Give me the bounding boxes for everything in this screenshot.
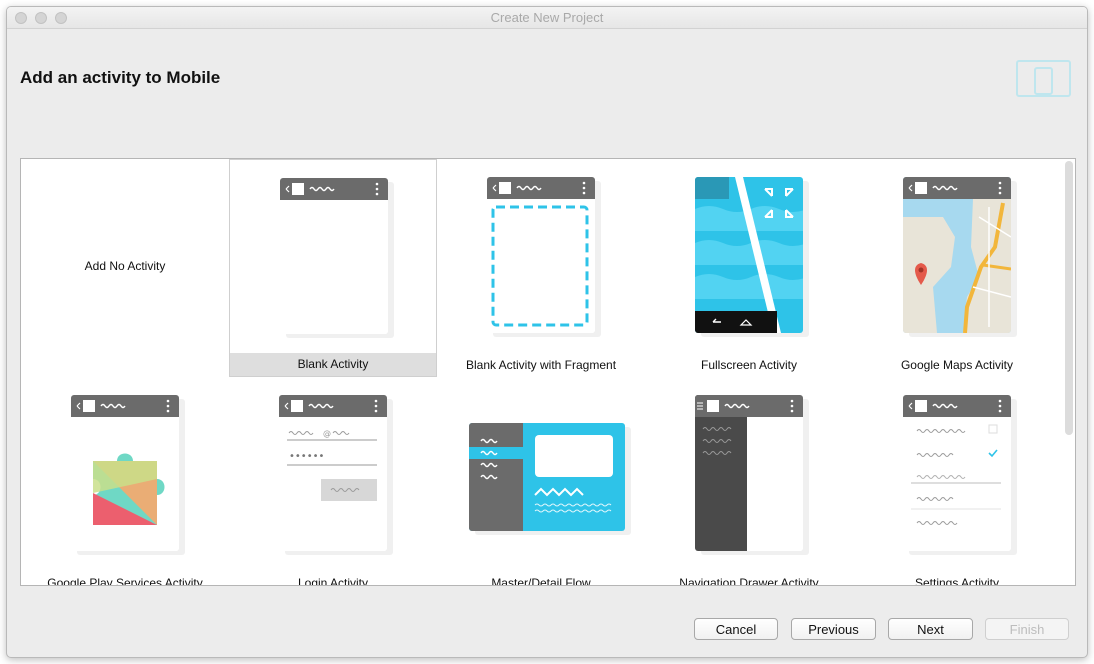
- activity-label: Login Activity: [297, 576, 369, 586]
- settings-icon: [903, 395, 1011, 551]
- blank-activity-icon: [280, 178, 388, 334]
- activity-tile-master-detail[interactable]: Master/Detail Flow: [437, 377, 645, 586]
- fullscreen-icon: [695, 177, 803, 333]
- window-title: Create New Project: [490, 10, 604, 25]
- page-title: Add an activity to Mobile: [20, 68, 221, 87]
- cancel-button[interactable]: Cancel: [694, 618, 778, 640]
- play-services-icon: [71, 395, 179, 551]
- device-icon: [1016, 60, 1071, 97]
- map-icon: [903, 177, 1011, 333]
- activity-tile-navigation-drawer[interactable]: Navigation Drawer Activity: [645, 377, 853, 586]
- activity-gallery: Add No Activity Blank Activity Blank Act…: [20, 158, 1076, 586]
- activity-label: Master/Detail Flow: [491, 576, 591, 586]
- activity-label: Navigation Drawer Activity: [679, 576, 819, 586]
- master-detail-icon: [469, 423, 625, 531]
- activity-tile-blank-activity[interactable]: Blank Activity: [229, 159, 437, 377]
- activity-tile-settings[interactable]: Settings Activity: [853, 377, 1061, 586]
- activity-label: Settings Activity: [914, 576, 1000, 586]
- activity-label: Add No Activity: [84, 259, 166, 273]
- activity-tile-login[interactable]: @ •••••• Login Activity: [229, 377, 437, 586]
- activity-tile-google-play-services[interactable]: Google Play Services Activity: [21, 377, 229, 586]
- activity-tile-fullscreen[interactable]: Fullscreen Activity: [645, 159, 853, 377]
- activity-label: Google Maps Activity: [900, 358, 1014, 372]
- svg-text:••••••: ••••••: [289, 451, 324, 462]
- login-icon: @ ••••••: [279, 395, 387, 551]
- activity-label: Fullscreen Activity: [700, 358, 798, 372]
- activity-tile-google-maps[interactable]: Google Maps Activity: [853, 159, 1061, 377]
- title-bar: Create New Project: [7, 7, 1087, 29]
- gallery-scrollbar[interactable]: [1065, 161, 1073, 435]
- finish-button[interactable]: Finish: [985, 618, 1069, 640]
- next-button[interactable]: Next: [888, 618, 973, 640]
- create-project-window: Create New Project Add an activity to Mo…: [6, 6, 1088, 658]
- svg-text:@: @: [323, 429, 331, 438]
- activity-label: Blank Activity: [230, 353, 436, 376]
- activity-tile-add-no-activity[interactable]: Add No Activity: [21, 159, 229, 377]
- blank-fragment-icon: [487, 177, 595, 333]
- activity-label: Google Play Services Activity: [47, 576, 203, 586]
- activity-tile-blank-fragment[interactable]: Blank Activity with Fragment: [437, 159, 645, 377]
- activity-label: Blank Activity with Fragment: [465, 358, 617, 372]
- previous-button[interactable]: Previous: [791, 618, 876, 640]
- navigation-drawer-icon: [695, 395, 803, 551]
